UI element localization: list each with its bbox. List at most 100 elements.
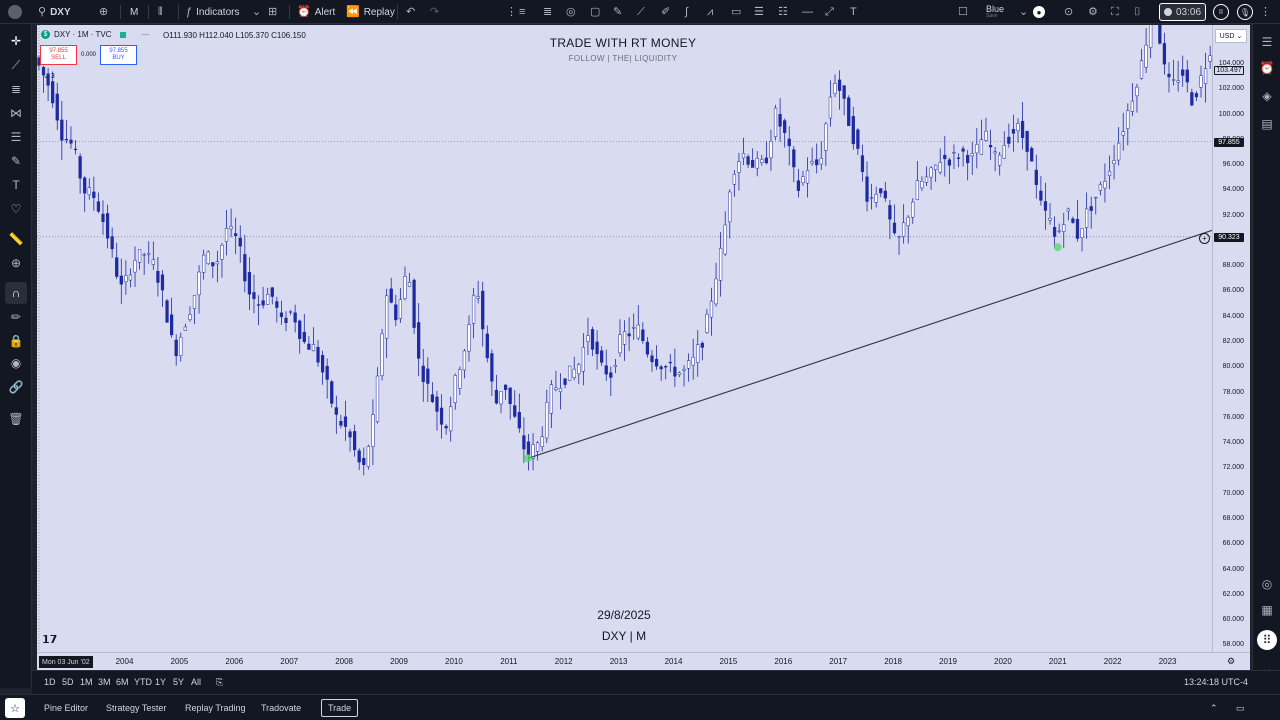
alert-button[interactable]: ⏰ Alert [297,0,335,24]
symbol-legend[interactable]: $ DXY · 1M · TVC — [41,30,150,39]
range-3m[interactable]: 3M [98,677,111,687]
range-6m[interactable]: 6M [116,677,129,687]
hide-drawings[interactable]: ◉ [5,352,27,374]
collapse-panel-button[interactable]: ⌃ [1210,703,1218,714]
brush-tool[interactable]: ✎ [5,150,27,172]
layout-dropdown[interactable]: ⌄ [1019,0,1028,24]
range-ytd[interactable]: YTD [134,677,152,687]
templates-dropdown[interactable]: ⌄ [252,0,261,24]
redo-button[interactable]: ↷ [430,0,439,24]
maximize-panel-button[interactable]: ▭ [1236,703,1245,714]
candle-down [860,155,865,172]
avatar[interactable] [8,0,22,24]
indicators-button[interactable]: ƒ Indicators [186,0,239,24]
alerts-panel-button[interactable]: ⏰ [1257,58,1277,78]
draw-curve-tool[interactable]: ∫ [685,0,688,24]
layouts-button[interactable]: ⊞ [268,0,277,24]
draw-path-tool[interactable]: ✐ [661,0,670,24]
draw-pattern-tool[interactable]: ⩘ [707,0,713,24]
panel-tab-replay-trading[interactable]: Replay Trading [185,703,246,713]
buy-button[interactable]: 97.855 BUY [100,45,138,65]
add-alert-plus-button[interactable]: + [1199,233,1210,244]
draw-position-tool[interactable]: ☷ [778,0,788,24]
candle-up [1121,131,1125,136]
range-5d[interactable]: 5D [62,677,74,687]
interval-button[interactable]: M [130,0,138,24]
draw-rectangle-tool[interactable]: ▢ [590,0,600,24]
draw-brush-tool[interactable]: ✎ [613,0,622,24]
price-axis[interactable]: USD ⌄ 104.000102.000100.00098.00096.0009… [1212,25,1250,652]
screenshot-button[interactable]: ⌷ [1134,0,1141,24]
panel-tab-pine-editor[interactable]: Pine Editor [44,703,88,713]
remove-drawings[interactable]: 🗑 [5,408,27,430]
fullscreen-button[interactable]: ⛶ [1111,0,1119,24]
draw-callout-tool[interactable]: ▭ [731,0,741,24]
sync-drawings[interactable]: 🔗 [5,376,27,398]
bottom-panel-tabs: ☆ Pine Editor Strategy Tester Replay Tradi… [0,694,1280,720]
axis-settings-button[interactable]: ⚙ [1227,656,1235,667]
currency-selector[interactable]: USD ⌄ [1215,29,1247,43]
measure-tool[interactable]: 📏 [5,228,27,250]
range-5y[interactable]: 5Y [173,677,184,687]
calendar-button[interactable]: ▦ [1257,600,1277,620]
draw-trendline-tool[interactable]: ⟋ [637,0,645,24]
time-axis[interactable]: Mon 03 Jun '02 2004 2005 2006 2007 2008 2009 2… [37,652,1250,670]
tradingview-logo[interactable]: 𝟭𝟳 [42,633,57,646]
pause-button[interactable]: II [1213,0,1229,24]
fullscreen-toggle[interactable]: ☐ [958,0,968,24]
stay-in-drawing-mode[interactable]: ✏ [5,306,27,328]
icon-tool[interactable]: ♡ [5,198,27,220]
draw-ray-tool[interactable]: ⤢ [825,0,834,24]
range-1y[interactable]: 1Y [155,677,166,687]
more-button[interactable]: ⋮ [1260,0,1271,24]
quick-search-button[interactable]: ● [1033,0,1045,24]
chat-button[interactable]: ▤ [1257,114,1277,134]
crosshair-tool[interactable]: ✛ [5,30,27,52]
watchlist-button[interactable]: ☰ [1257,32,1277,52]
drawing-toolbar-handle[interactable]: ⋮ [506,0,517,24]
text-tool[interactable]: T [5,174,27,196]
draw-fib-tool[interactable]: ☰ [754,0,764,24]
candle-down [485,333,489,359]
goto-date-button[interactable]: ⎘ [216,677,223,688]
timezone-clock[interactable]: 13:24:18 UTC-4 [1184,677,1248,687]
chart-type-button[interactable]: ⫴ [158,0,163,24]
favorites-button[interactable]: ☆ [5,698,25,718]
sell-button[interactable]: 97.855 SELL [40,45,77,65]
draw-circle-tool[interactable]: ◎ [566,0,576,24]
range-1d[interactable]: 1D [44,677,56,687]
candle-up [197,271,201,296]
indicator-collapse-toggle[interactable]: ⌄ 3 [43,72,55,80]
fib-tool[interactable]: ≣ [5,78,27,100]
settings-button[interactable]: ⚙ [1088,0,1098,24]
candle-up [1117,142,1121,161]
recording-timer[interactable]: 03:06 [1159,3,1207,21]
magnet-tool[interactable]: ∩ [5,282,27,304]
panel-tab-strategy-tester[interactable]: Strategy Tester [106,703,166,713]
undo-button[interactable]: ↶ [406,0,415,24]
trendline-tool[interactable]: ⟋ [5,54,27,76]
chart-pane[interactable] [37,25,1212,652]
draw-channels-tool[interactable]: ≣ [543,0,552,24]
draw-text-tool[interactable]: T [850,0,857,24]
price-chart[interactable] [37,25,1212,652]
mic-button[interactable]: 🎙 [1237,0,1253,24]
range-1m[interactable]: 1M [80,677,93,687]
lock-drawings[interactable]: 🔒 [5,330,27,352]
draw-hline-tool[interactable]: — [802,0,813,24]
symbol-search-button[interactable]: ⚲ DXY [38,0,71,24]
range-all[interactable]: All [191,677,201,687]
zoom-button[interactable]: ⊙ [1064,0,1073,24]
compare-button[interactable]: ⊕ [99,0,108,24]
target-button[interactable]: ◎ [1257,574,1277,594]
layout-name-button[interactable]: Blue Save [986,0,1004,24]
draw-lines-tool[interactable]: ≡ [519,0,525,24]
panel-tab-trade[interactable]: Trade [321,699,359,717]
zoom-in-tool[interactable]: ⊕ [5,252,27,274]
layers-button[interactable]: ◈ [1257,86,1277,106]
replay-button[interactable]: ⏪ Replay [346,0,395,24]
panel-tab-tradovate[interactable]: Tradovate [261,703,301,713]
apps-button[interactable]: ⠿ [1257,630,1277,650]
pattern-tool[interactable]: ⋈ [5,102,27,124]
prediction-tool[interactable]: ☰ [5,126,27,148]
